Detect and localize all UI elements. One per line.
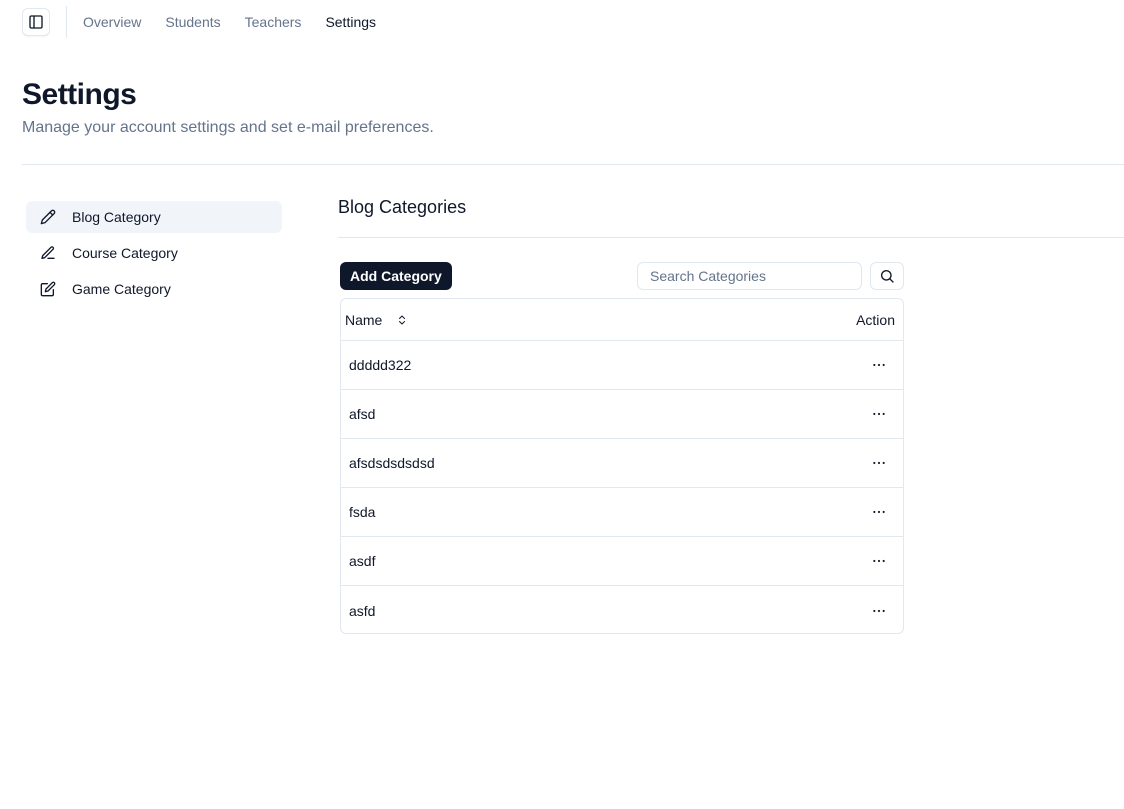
nav-overview[interactable]: Overview [83,13,141,31]
table-row: ddddd322 [341,341,903,390]
sidebar-item-blog-category[interactable]: Blog Category [26,201,282,233]
chevrons-up-down-icon[interactable] [396,314,408,326]
page-title: Settings [22,78,137,111]
section-title: Blog Categories [338,197,467,217]
search-button[interactable] [870,262,904,290]
more-horizontal-icon [871,603,887,619]
table-row: asdf [341,537,903,586]
category-name: ddddd322 [349,357,412,373]
section-divider [338,237,1124,238]
top-divider [66,6,67,38]
top-bar: Overview Students Teachers Settings [0,0,1124,44]
table-row: asfd [341,586,903,633]
action-column-header: Action [856,311,895,328]
nav-students[interactable]: Students [165,13,220,31]
sidebar-item-label: Game Category [72,281,171,297]
categories-table: Name Action ddddd322 afsd afsdsdsdsdsd f… [340,298,904,634]
add-category-button[interactable]: Add Category [340,262,452,290]
row-actions-button[interactable] [867,402,891,426]
page-subtitle: Manage your account settings and set e-m… [22,119,434,136]
settings-sidebar: Blog Category Course Category Game Categ… [26,201,282,309]
row-actions-button[interactable] [867,549,891,573]
category-name: asdf [349,553,376,569]
nav-teachers[interactable]: Teachers [245,13,302,31]
category-name: afsd [349,406,376,422]
panel-left-icon [28,14,44,30]
main-nav: Overview Students Teachers Settings [83,13,376,31]
sidebar-item-game-category[interactable]: Game Category [26,273,282,305]
search-icon [879,268,895,284]
table-header: Name Action [341,299,903,341]
row-actions-button[interactable] [867,500,891,524]
sidebar-item-course-category[interactable]: Course Category [26,237,282,269]
more-horizontal-icon [871,406,887,422]
name-column-header[interactable]: Name [345,312,408,328]
sidebar-item-label: Course Category [72,245,178,261]
category-name: fsda [349,504,376,520]
table-row: afsd [341,390,903,439]
nav-settings[interactable]: Settings [325,13,376,31]
row-actions-button[interactable] [867,599,891,623]
category-name: afsdsdsdsdsd [349,455,435,471]
row-actions-button[interactable] [867,353,891,377]
more-horizontal-icon [871,455,887,471]
edit-square-icon [40,281,56,297]
row-actions-button[interactable] [867,451,891,475]
column-header-label: Name [345,311,383,328]
sidebar-item-label: Blog Category [72,209,161,225]
table-row: afsdsdsdsdsd [341,439,903,488]
pencil-icon [40,209,56,225]
table-row: fsda [341,488,903,537]
more-horizontal-icon [871,504,887,520]
header-divider [22,164,1124,165]
pen-line-icon [40,245,56,261]
more-horizontal-icon [871,553,887,569]
sidebar-toggle-button[interactable] [22,8,50,36]
category-name: asfd [349,602,376,619]
more-horizontal-icon [871,357,887,373]
search-categories-input[interactable] [637,262,862,290]
